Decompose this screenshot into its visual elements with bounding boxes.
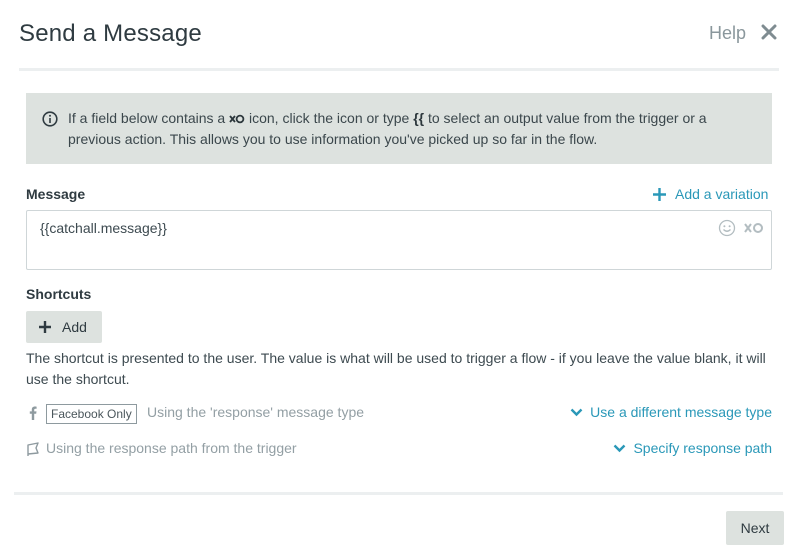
add-shortcut-label: Add — [62, 319, 87, 335]
shortcuts-label: Shortcuts — [26, 286, 92, 302]
close-icon[interactable] — [759, 22, 779, 42]
insert-variable-icon[interactable] — [744, 222, 764, 234]
next-button[interactable]: Next — [726, 511, 784, 545]
braces-token: {{ — [413, 110, 425, 126]
change-message-type-label: Use a different message type — [590, 404, 772, 420]
plus-icon — [39, 321, 51, 333]
chevron-down-icon — [614, 444, 626, 452]
response-path-row: Using the response path from the trigger… — [26, 439, 772, 461]
footer-divider — [14, 492, 783, 495]
message-input[interactable]: {{catchall.message}} — [26, 210, 772, 270]
add-shortcut-button[interactable]: Add — [26, 311, 102, 343]
add-variation-button[interactable]: Add a variation — [652, 184, 768, 204]
info-text-part: icon, click the icon or type — [249, 110, 410, 126]
message-label: Message — [26, 186, 86, 202]
info-text: If a field below contains a icon, click … — [68, 108, 758, 150]
help-link[interactable]: Help — [709, 23, 746, 44]
specify-response-path-link[interactable]: Specify response path — [613, 440, 772, 456]
response-path-text: Using the response path from the trigger — [46, 440, 297, 456]
header-divider — [19, 68, 779, 71]
insert-variable-icon — [229, 114, 245, 124]
change-message-type-link[interactable]: Use a different message type — [570, 404, 772, 420]
emoji-icon[interactable] — [718, 219, 736, 237]
info-text-part: If a field below contains a — [68, 110, 226, 126]
message-type-row: Facebook Only Using the 'response' messa… — [26, 403, 772, 425]
dialog-header: Send a Message Help — [0, 0, 797, 72]
shortcuts-description: The shortcut is presented to the user. T… — [26, 350, 766, 387]
facebook-only-badge: Facebook Only — [46, 404, 137, 424]
chevron-down-icon — [570, 408, 583, 416]
dialog-title: Send a Message — [19, 20, 202, 47]
flag-icon — [27, 442, 39, 456]
info-icon — [42, 111, 58, 127]
specify-response-path-label: Specify response path — [633, 440, 772, 456]
add-variation-label: Add a variation — [675, 186, 769, 202]
message-type-text: Using the 'response' message type — [147, 404, 365, 420]
plus-icon — [653, 187, 666, 201]
message-value: {{catchall.message}} — [40, 220, 167, 236]
info-banner: If a field below contains a icon, click … — [26, 93, 772, 164]
facebook-icon — [29, 406, 37, 420]
